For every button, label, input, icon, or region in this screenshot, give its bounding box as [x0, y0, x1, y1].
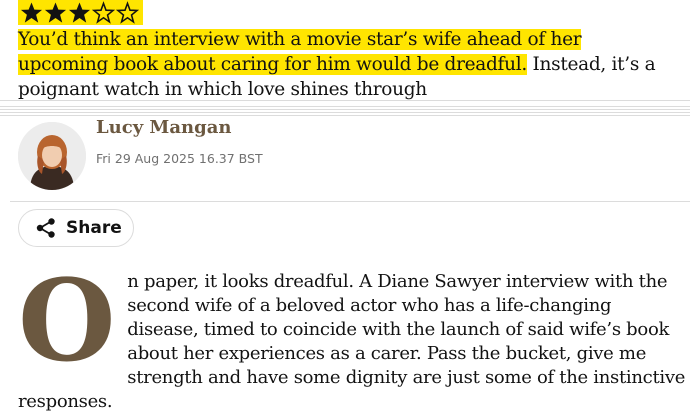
dotted-divider — [0, 106, 690, 116]
article-paragraph: n paper, it looks dreadful. A Diane Sawy… — [18, 271, 686, 412]
share-label: Share — [66, 218, 122, 238]
star-icon-filled — [44, 2, 67, 23]
star-icon-filled — [68, 2, 91, 23]
publish-date: Fri 29 Aug 2025 16.37 BST — [96, 151, 263, 166]
author-avatar[interactable] — [18, 122, 86, 190]
star-icon-filled — [20, 2, 43, 23]
article-body: On paper, it looks dreadful. A Diane Saw… — [18, 256, 686, 414]
star-icon-empty — [116, 1, 139, 24]
standfirst: You’d think an interview with a movie st… — [18, 27, 668, 102]
star-rating — [18, 0, 143, 25]
share-icon — [36, 218, 55, 238]
divider — [0, 100, 690, 101]
author-name[interactable]: Lucy Mangan — [96, 117, 231, 138]
share-button[interactable]: Share — [18, 209, 134, 247]
author-portrait-icon — [18, 122, 86, 190]
divider — [10, 201, 690, 202]
standfirst-highlight: You’d think an interview with a movie st… — [18, 29, 582, 75]
star-icon-empty — [92, 1, 115, 24]
drop-cap: O — [18, 256, 116, 387]
